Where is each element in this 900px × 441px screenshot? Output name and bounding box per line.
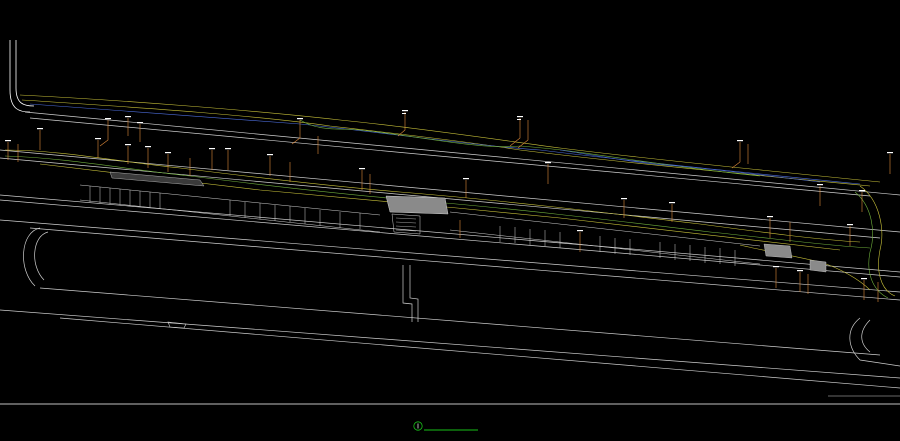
cad-drawing xyxy=(0,0,900,441)
drawing-background xyxy=(0,0,900,441)
